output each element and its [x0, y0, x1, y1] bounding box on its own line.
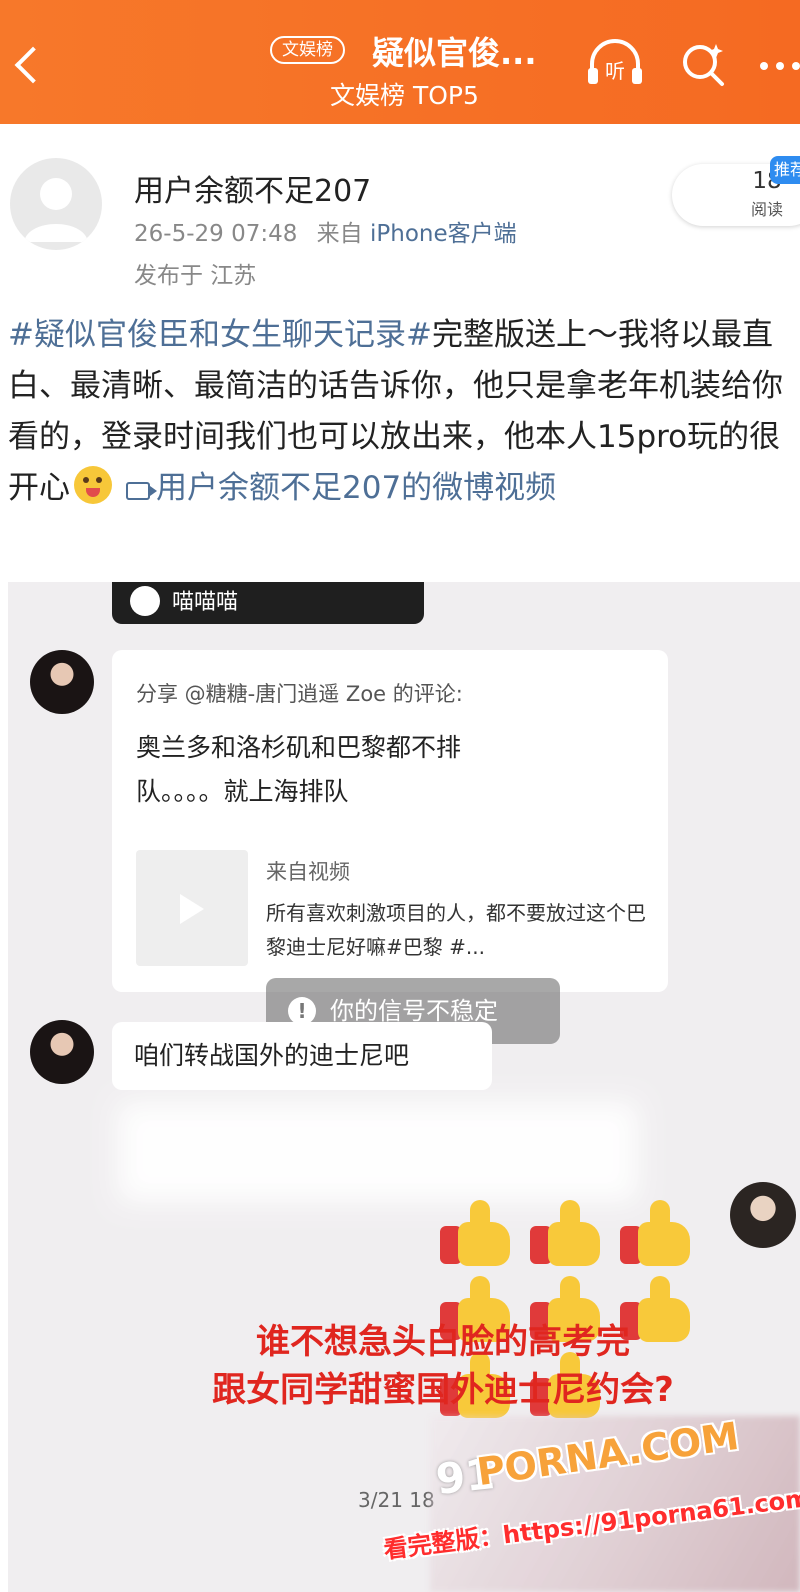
shared-video-card: 来自视频 所有喜欢刺激项目的人，都不要放过这个巴黎迪士尼好嘛#巴黎 #...	[136, 850, 646, 970]
author-avatar[interactable]	[10, 158, 102, 250]
post-location: 发布于 江苏	[134, 263, 257, 289]
caption-line-1: 谁不想急头白脸的高考完	[256, 1322, 630, 1362]
share-header: 分享 @糖糖-唐门逍遥 Zoe 的评论:	[136, 682, 463, 706]
listen-label: 听	[605, 59, 625, 83]
video-link[interactable]: 用户余额不足207的微博视频	[156, 470, 556, 506]
default-avatar-icon	[24, 178, 88, 242]
screenshot-top-bar: 喵喵喵	[112, 582, 424, 624]
screenshot-top-label: 喵喵喵	[172, 590, 239, 615]
post-from-prefix: 来自	[316, 221, 363, 247]
header-badge: 文娱榜	[270, 36, 345, 64]
search-icon[interactable]	[680, 40, 728, 88]
page-subtitle: 文娱榜 TOP5	[330, 81, 479, 110]
share-bubble: 分享 @糖糖-唐门逍遥 Zoe 的评论: 奥兰多和洛杉矶和巴黎都不排队。。。。就…	[112, 650, 668, 992]
chat-timestamp: 3/21 18	[358, 1488, 435, 1512]
post-meta: 26-5-29 07:48 来自 iPhone客户端	[134, 214, 517, 248]
message-text: 咱们转战国外的迪士尼吧	[134, 1041, 410, 1070]
post-hashtag[interactable]: #疑似官俊臣和女生聊天记录#	[8, 317, 432, 353]
tongue-emoji-icon	[74, 466, 112, 504]
share-body: 奥兰多和洛杉矶和巴黎都不排队。。。。就上海排队	[136, 733, 462, 806]
warning-icon: !	[288, 997, 316, 1025]
chat-avatar	[30, 1020, 94, 1084]
chat-avatar	[30, 650, 94, 714]
meme-caption: 谁不想急头白脸的高考完 跟女同学甜蜜国外迪士尼约会?	[98, 1318, 788, 1414]
more-icon[interactable]	[750, 40, 800, 88]
toast-text: 你的信号不稳定	[330, 997, 498, 1025]
chat-avatar-right	[730, 1182, 796, 1248]
thumbs-up-icon	[620, 1200, 690, 1266]
message-bubble: 咱们转战国外的迪士尼吧	[112, 1022, 492, 1090]
video-from: 来自视频	[266, 860, 350, 884]
author-name[interactable]: 用户余额不足207	[134, 166, 371, 210]
headphones-icon[interactable]: 听	[586, 38, 644, 88]
read-label: 阅读	[750, 200, 783, 219]
top-header: 文娱榜 疑似官俊... 文娱榜 TOP5 听	[0, 0, 800, 124]
play-icon	[136, 850, 248, 966]
blurred-message	[118, 1102, 638, 1202]
recommend-tag: 推荐	[770, 156, 800, 184]
post-body: #疑似官俊臣和女生聊天记录#完整版送上～我将以最直白、最清晰、最简洁的话告诉你，…	[8, 310, 800, 514]
video-icon	[126, 482, 157, 500]
post-time: 26-5-29 07:48	[134, 221, 298, 247]
video-desc: 所有喜欢刺激项目的人，都不要放过这个巴黎迪士尼好嘛#巴黎 #...	[266, 901, 646, 959]
thumbs-up-icon	[440, 1200, 510, 1266]
page-title: 疑似官俊...	[372, 34, 537, 72]
thumbs-up-icon	[530, 1200, 600, 1266]
post-client[interactable]: iPhone客户端	[370, 221, 517, 247]
cat-icon	[130, 586, 160, 616]
caption-line-2: 跟女同学甜蜜国外迪士尼约会?	[212, 1370, 674, 1410]
back-icon[interactable]	[8, 42, 48, 90]
